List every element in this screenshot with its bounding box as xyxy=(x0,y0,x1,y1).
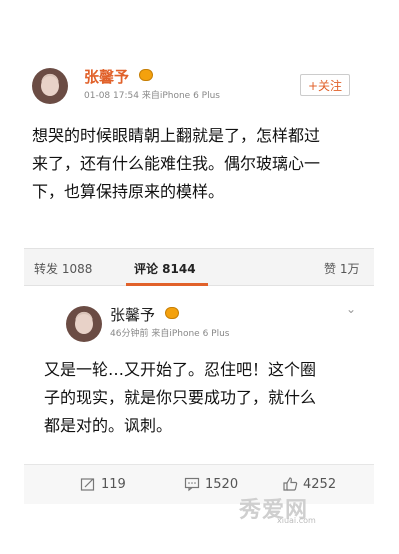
vip-badge-icon xyxy=(165,307,179,319)
post-text-line: 下，也算保持原来的模样。 xyxy=(32,182,225,201)
post-text: 想哭的时候眼睛朝上翻就是了，怎样都过 来了，还有什么能难住我。偶尔玻璃心一 下，… xyxy=(32,122,366,206)
post-text-line: 都是对的。讽刺。 xyxy=(44,416,173,435)
post-text-line: 子的现实，就是你只要成功了，就什么 xyxy=(44,388,317,407)
post-text: 又是一轮…又开始了。忍住吧！这个圈 子的现实，就是你只要成功了，就什么 都是对的… xyxy=(44,356,364,440)
post-card-2: 张馨予 46分钟前 来自iPhone 6 Plus ⌄ 又是一轮…又开始了。忍住… xyxy=(24,296,374,466)
follow-button[interactable]: +关注 xyxy=(300,74,350,96)
weibo-screenshot: 张馨予 01-08 17:54 来自iPhone 6 Plus +关注 想哭的时… xyxy=(12,10,387,544)
post-text-line: 来了，还有什么能难住我。偶尔玻璃心一 xyxy=(32,154,321,173)
post-text-line: 又是一轮…又开始了。忍住吧！这个圈 xyxy=(44,360,317,379)
like-button[interactable]: 4252 xyxy=(282,476,336,492)
username[interactable]: 张馨予 xyxy=(84,66,129,87)
section-gap xyxy=(24,286,374,296)
watermark-subtext: xiuai.com xyxy=(277,516,316,525)
repost-tab[interactable]: 转发 1088 xyxy=(34,260,92,277)
watermark: 秀爱网 xiuai.com xyxy=(239,492,369,526)
repost-count: 119 xyxy=(101,476,126,492)
comment-tab[interactable]: 评论 8144 xyxy=(134,260,196,277)
thumbs-up-icon xyxy=(283,477,298,491)
repost-icon xyxy=(80,478,95,491)
chevron-down-icon[interactable]: ⌄ xyxy=(346,302,356,316)
post-1-stats-bar: 转发 1088 评论 8144 赞 1万 xyxy=(24,248,374,286)
post-timestamp: 01-08 17:54 来自iPhone 6 Plus xyxy=(84,91,220,101)
like-count: 4252 xyxy=(303,476,337,492)
comment-icon xyxy=(184,477,200,492)
post-card-1: 张馨予 01-08 17:54 来自iPhone 6 Plus +关注 想哭的时… xyxy=(32,56,366,246)
avatar[interactable] xyxy=(66,306,102,342)
comment-count: 1520 xyxy=(205,476,239,492)
vip-badge-icon xyxy=(139,69,153,81)
post-timestamp: 46分钟前 来自iPhone 6 Plus xyxy=(110,329,230,339)
post-text-line: 想哭的时候眼睛朝上翻就是了，怎样都过 xyxy=(32,126,321,145)
comment-button[interactable]: 1520 xyxy=(184,476,238,492)
avatar[interactable] xyxy=(32,68,68,104)
username[interactable]: 张馨予 xyxy=(110,304,155,325)
repost-button[interactable]: 119 xyxy=(80,476,126,492)
like-tab[interactable]: 赞 1万 xyxy=(324,260,359,277)
